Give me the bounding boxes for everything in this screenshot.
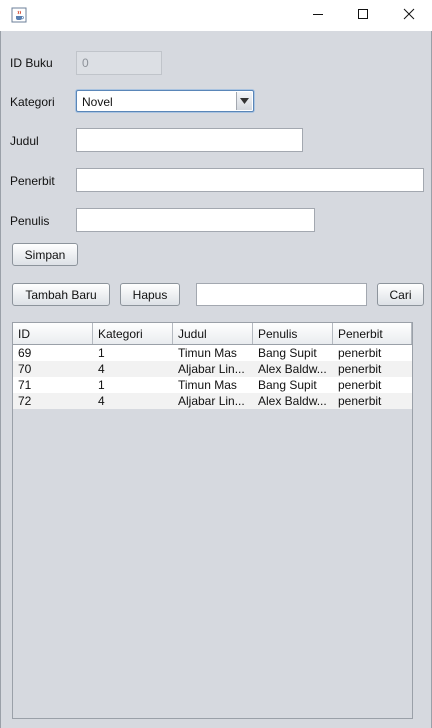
cari-button[interactable]: Cari [377,283,424,306]
column-header-id[interactable]: ID [13,323,93,344]
table-header: ID Kategori Judul Penulis Penerbit [13,323,412,345]
penerbit-field[interactable] [76,168,424,192]
minimize-icon [312,8,324,23]
maximize-button[interactable] [340,0,386,31]
penulis-field[interactable] [76,208,315,232]
maximize-icon [357,8,369,23]
column-header-penulis[interactable]: Penulis [253,323,333,344]
kategori-selected-value: Novel [82,95,113,109]
table-cell: 72 [18,394,32,408]
simpan-button[interactable]: Simpan [12,243,78,266]
column-header-penerbit[interactable]: Penerbit [333,323,412,344]
form-panel: ID Buku 0 Kategori Novel Judul Penerbit … [0,31,432,728]
close-button[interactable] [386,0,432,31]
table-cell: 1 [98,378,105,392]
table-cell: 4 [98,394,105,408]
table-cell: Aljabar Lin... [178,394,245,408]
minimize-button[interactable] [295,0,341,31]
hapus-button[interactable]: Hapus [120,283,180,306]
table-cell: penerbit [338,378,382,392]
title-bar [0,0,432,31]
table-cell: Aljabar Lin... [178,362,245,376]
table-cell: 70 [18,362,32,376]
table-cell: penerbit [338,346,382,360]
table-row[interactable]: 70 4 Aljabar Lin... Alex Baldw... penerb… [13,361,412,377]
table-row[interactable]: 71 1 Timun Mas Bang Supit penerbit [13,377,412,393]
table-cell: penerbit [338,394,382,408]
table-cell: Alex Baldw... [258,394,327,408]
books-table: ID Kategori Judul Penulis Penerbit 69 1 … [12,322,413,719]
kategori-dropdown[interactable]: Novel [76,90,254,112]
table-cell: 4 [98,362,105,376]
table-cell: 71 [18,378,32,392]
table-cell: Bang Supit [258,346,317,360]
judul-label: Judul [10,134,39,148]
column-header-kategori[interactable]: Kategori [93,323,173,344]
penerbit-label: Penerbit [10,174,55,188]
kategori-label: Kategori [10,95,55,109]
table-cell: Timun Mas [178,378,237,392]
search-input[interactable] [196,283,367,306]
table-row[interactable]: 72 4 Aljabar Lin... Alex Baldw... penerb… [13,393,412,409]
table-cell: Timun Mas [178,346,237,360]
column-header-judul[interactable]: Judul [173,323,253,344]
table-cell: Bang Supit [258,378,317,392]
table-cell: penerbit [338,362,382,376]
penulis-label: Penulis [10,214,50,228]
chevron-down-icon[interactable] [236,92,252,110]
judul-field[interactable] [76,128,303,152]
tambah-baru-button[interactable]: Tambah Baru [12,283,110,306]
id-buku-field: 0 [76,51,162,75]
table-cell: Alex Baldw... [258,362,327,376]
table-cell: 1 [98,346,105,360]
table-row[interactable]: 69 1 Timun Mas Bang Supit penerbit [13,345,412,361]
id-buku-label: ID Buku [10,56,53,70]
java-cup-icon [11,7,27,23]
close-icon [403,8,415,23]
table-cell: 69 [18,346,32,360]
